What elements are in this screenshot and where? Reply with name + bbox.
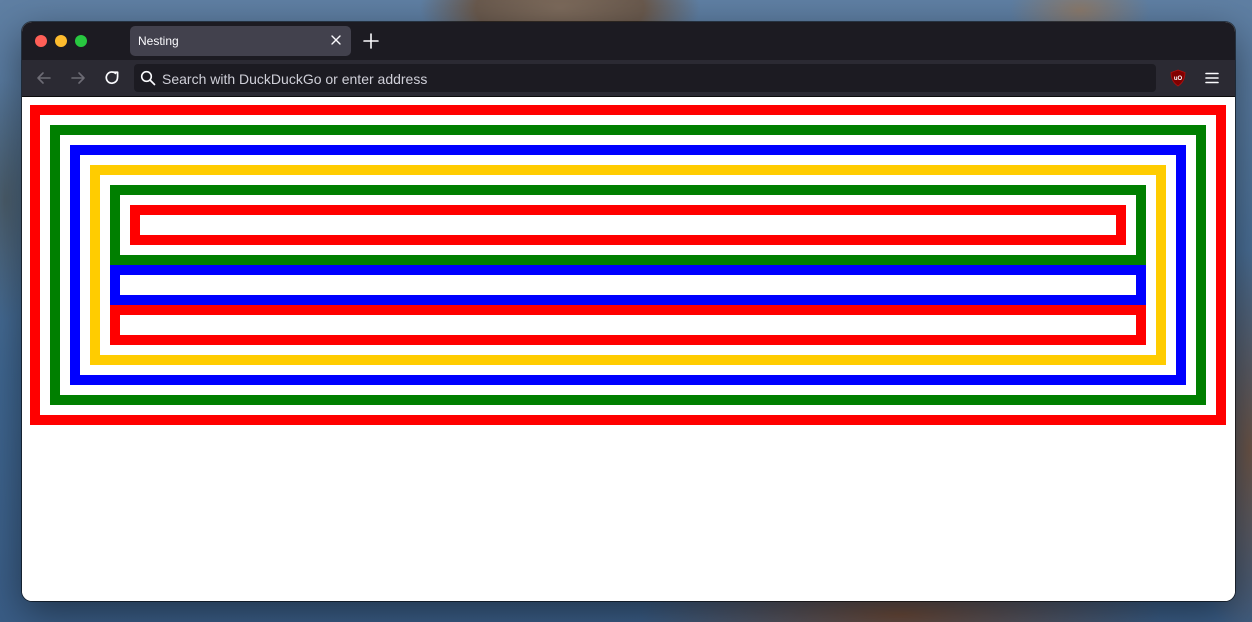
window-close-button[interactable]: [35, 35, 47, 47]
arrow-left-icon[interactable]: [34, 68, 54, 88]
hamburger-menu-icon[interactable]: [1202, 68, 1222, 88]
plus-icon[interactable]: [362, 32, 380, 50]
close-icon[interactable]: [329, 33, 343, 47]
arrow-right-icon[interactable]: [68, 68, 88, 88]
nested-box-red-inner: [130, 205, 1126, 245]
tab-bar: Nesting: [22, 22, 1235, 60]
nested-box-blue-inner-fill: [120, 275, 1136, 295]
navigation-toolbar: Search with DuckDuckGo or enter address …: [22, 60, 1235, 97]
address-bar[interactable]: Search with DuckDuckGo or enter address: [134, 64, 1156, 92]
nested-box-red-bottom: [110, 305, 1146, 345]
nested-box-red-outer: [30, 105, 1226, 425]
reload-icon[interactable]: [102, 68, 122, 88]
window-maximize-button[interactable]: [75, 35, 87, 47]
nested-box-yellow: [90, 165, 1166, 365]
browser-window: Nesting Search with DuckDuckGo or enter …: [22, 22, 1235, 601]
nested-box-red-inner-fill: [140, 215, 1116, 235]
tab-title: Nesting: [138, 34, 179, 48]
nested-box-blue-inner: [110, 265, 1146, 305]
address-bar-placeholder: Search with DuckDuckGo or enter address: [162, 71, 428, 87]
search-icon: [140, 70, 156, 86]
nested-box-green: [50, 125, 1206, 405]
nested-box-blue: [70, 145, 1186, 385]
svg-text:uO: uO: [1174, 76, 1183, 82]
page-content: [22, 97, 1235, 601]
ublock-origin-icon[interactable]: uO: [1168, 68, 1188, 88]
tab-nesting[interactable]: Nesting: [130, 26, 351, 56]
nested-box-red-bottom-fill: [120, 315, 1136, 335]
nested-box-green-inner: [110, 185, 1146, 265]
window-minimize-button[interactable]: [55, 35, 67, 47]
